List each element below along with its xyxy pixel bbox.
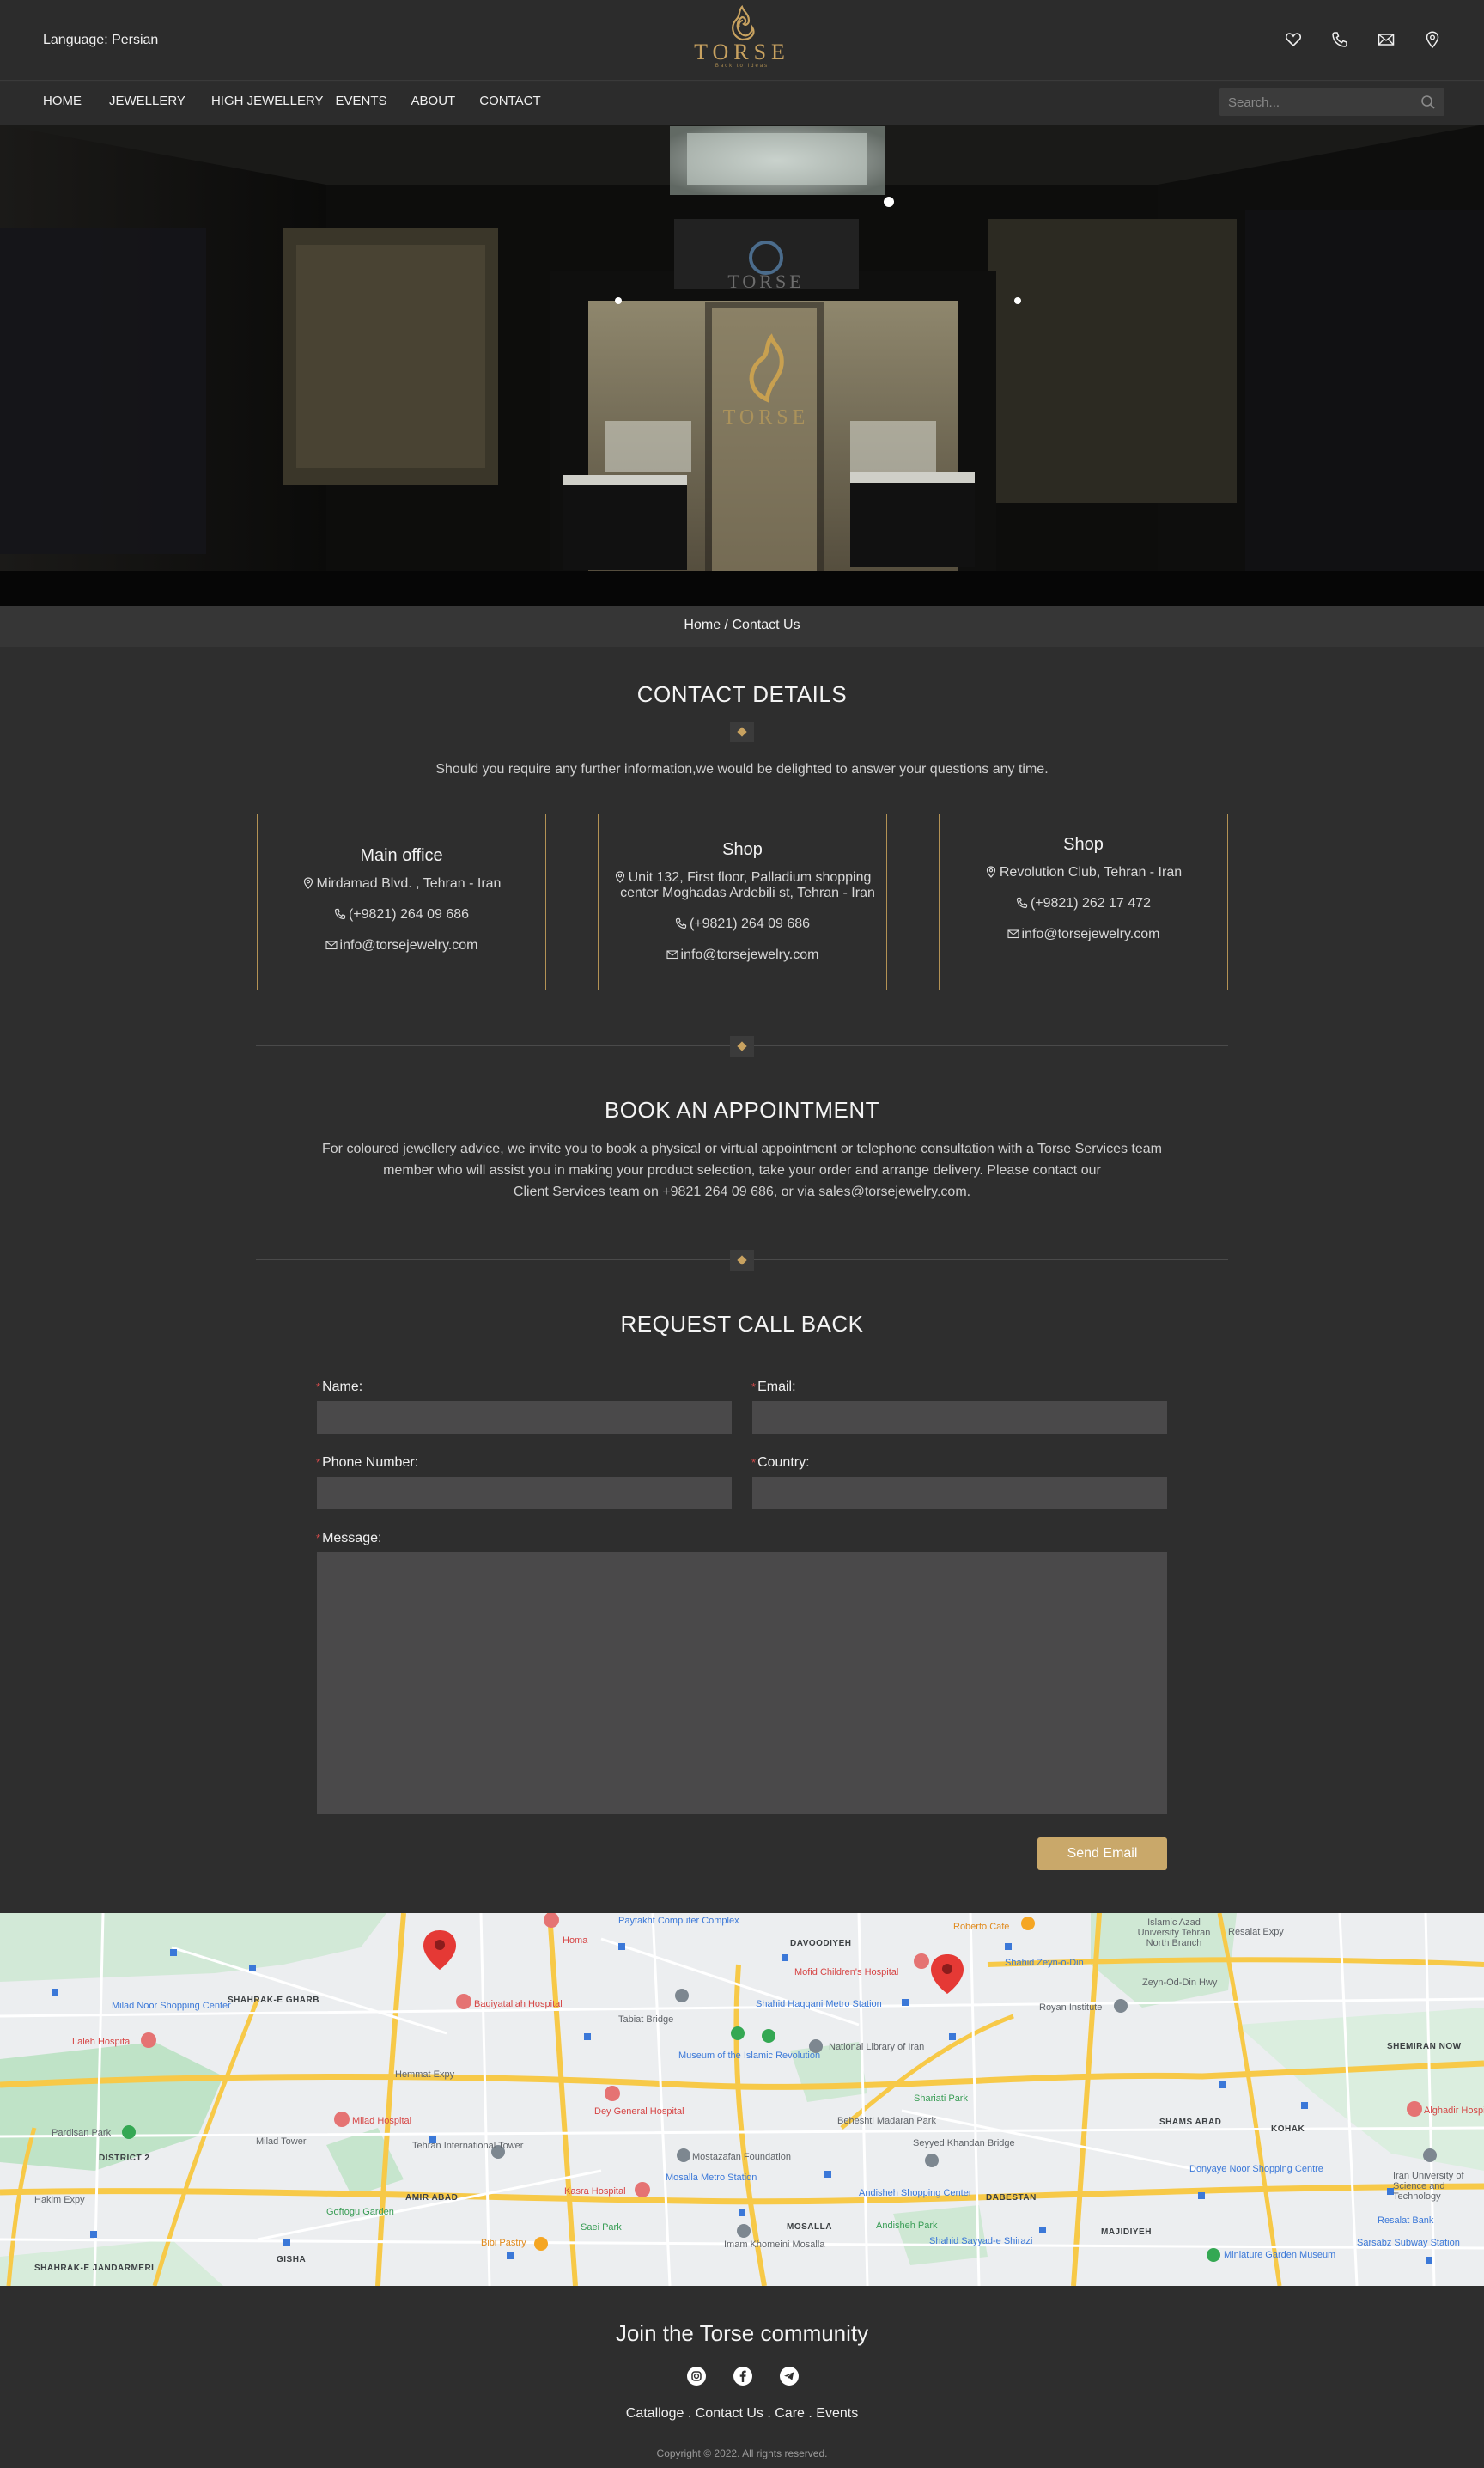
name-label: * Name:	[316, 1380, 363, 1394]
brand-logo[interactable]: TORSE Back to Ideas	[690, 5, 794, 74]
hero-storefront-image: TORSE TORSE	[0, 125, 1484, 606]
footer-title: Join the Torse community	[615, 2320, 869, 2346]
location-pin-icon	[614, 871, 626, 883]
telegram-icon[interactable]	[779, 2366, 800, 2386]
send-email-button[interactable]: Send Email	[1037, 1837, 1167, 1870]
phone-label: * Phone Number:	[316, 1455, 419, 1470]
search-box	[1219, 88, 1444, 116]
logo-emblem-icon	[732, 5, 755, 41]
door-logo-text: TORSE	[723, 406, 810, 429]
card-email[interactable]: info@torsejewelry.com	[258, 938, 545, 954]
language-switch[interactable]: Language: Persian	[43, 33, 158, 48]
phone-icon[interactable]	[1331, 31, 1348, 48]
footer-link-catalogue[interactable]: Catalloge	[626, 2406, 684, 2421]
card-address: Mirdamad Blvd. , Tehran - Iran	[258, 876, 545, 892]
footer-links: Catalloge . Contact Us . Care . Events	[625, 2406, 859, 2421]
facebook-icon[interactable]	[733, 2366, 753, 2386]
contact-card-main-office: Main office Mirdamad Blvd. , Tehran - Ir…	[257, 814, 546, 990]
card-phone[interactable]: (+9821) 264 09 686	[599, 917, 886, 932]
appointment-title: BOOK AN APPOINTMENT	[604, 1097, 880, 1123]
logo-wordmark: TORSE	[694, 40, 790, 64]
copyright: Copyright © 2022. All rights reserved.	[656, 2447, 828, 2459]
phone-icon	[675, 917, 687, 929]
location-pin-icon	[302, 877, 314, 889]
search-icon[interactable]	[1420, 94, 1436, 110]
nav-home[interactable]: HOME	[43, 94, 82, 108]
nav-about[interactable]: ABOUT	[411, 94, 456, 108]
card-address: Revolution Club, Tehran - Iran	[940, 865, 1227, 881]
location-pin-icon[interactable]	[1424, 31, 1441, 49]
diamond-divider-icon	[730, 1250, 754, 1271]
name-field[interactable]	[317, 1401, 732, 1434]
card-title: Shop	[722, 840, 763, 859]
email-label: * Email:	[751, 1380, 796, 1394]
nav-jewellery[interactable]: JEWELLERY	[109, 94, 186, 108]
card-email[interactable]: info@torsejewelry.com	[599, 948, 886, 963]
mail-icon	[325, 939, 338, 951]
message-field[interactable]	[317, 1552, 1167, 1814]
location-map[interactable]: DAVOODIYEH Islamic Azad University Tehra…	[0, 1913, 1484, 2286]
contact-card-shop-revolution: Shop Revolution Club, Tehran - Iran (+98…	[939, 814, 1228, 990]
footer-link-contact-us[interactable]: Contact Us	[696, 2406, 763, 2421]
contact-details-title: CONTACT DETAILS	[636, 681, 848, 707]
mail-icon	[1007, 928, 1019, 940]
location-pin-icon	[985, 866, 997, 878]
phone-icon	[1016, 897, 1028, 909]
mail-icon[interactable]	[1378, 31, 1395, 48]
mail-icon	[666, 948, 678, 960]
social-links	[686, 2366, 800, 2386]
contact-card-shop-palladium: Shop Unit 132, First floor, Palladium sh…	[598, 814, 887, 990]
instagram-icon[interactable]	[686, 2366, 707, 2386]
diamond-divider-icon	[730, 1036, 754, 1057]
callback-title: REQUEST CALL BACK	[620, 1311, 864, 1337]
nav-events[interactable]: EVENTS	[336, 94, 387, 108]
footer-link-care[interactable]: Care	[775, 2406, 805, 2421]
breadcrumb[interactable]: Home / Contact Us	[0, 606, 1484, 647]
card-email[interactable]: info@torsejewelry.com	[940, 927, 1227, 942]
country-field[interactable]	[752, 1477, 1167, 1509]
search-input[interactable]	[1219, 88, 1408, 116]
email-field[interactable]	[752, 1401, 1167, 1434]
main-nav: HOME JEWELLERY HIGH JEWELLERY EVENTS ABO…	[43, 94, 567, 108]
phone-icon	[334, 908, 346, 920]
footer: Join the Torse community Catalloge . Con…	[0, 2286, 1484, 2468]
card-phone[interactable]: (+9821) 262 17 472	[940, 896, 1227, 911]
card-title: Shop	[1063, 835, 1104, 854]
country-label: * Country:	[751, 1455, 810, 1470]
footer-link-events[interactable]: Events	[816, 2406, 858, 2421]
nav-high-jewellery[interactable]: HIGH JEWELLERY	[211, 94, 324, 108]
card-address: Unit 132, First floor, Palladium shoppin…	[599, 870, 886, 901]
contact-intro: Should you require any further informati…	[435, 762, 1049, 777]
top-bar: Language: Persian TORSE Back to Ideas	[0, 0, 1484, 81]
card-title: Main office	[360, 846, 443, 865]
appointment-text: For coloured jewellery advice, we invite…	[322, 1142, 1162, 1199]
phone-field[interactable]	[317, 1477, 732, 1509]
heart-icon[interactable]	[1285, 31, 1302, 48]
message-label: * Message:	[316, 1531, 382, 1545]
card-phone[interactable]: (+9821) 264 09 686	[258, 907, 545, 923]
diamond-divider-icon	[730, 722, 754, 742]
main-nav-bar: HOME JEWELLERY HIGH JEWELLERY EVENTS ABO…	[0, 82, 1484, 125]
nav-contact[interactable]: CONTACT	[479, 94, 540, 108]
